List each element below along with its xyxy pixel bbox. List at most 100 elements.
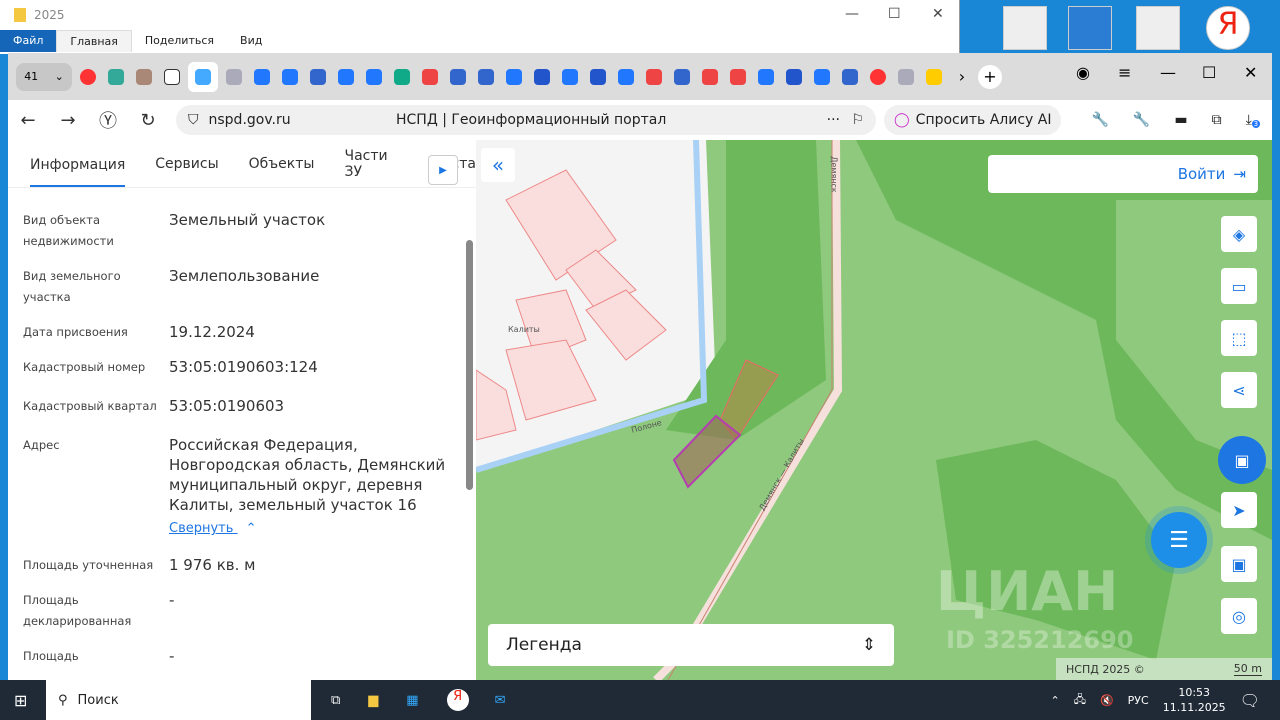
legend-dropdown[interactable]: Легенда ⇕ (488, 624, 894, 666)
tab[interactable] (446, 65, 470, 89)
search-location-button[interactable]: ◎ (1221, 598, 1257, 634)
login-button[interactable]: Войти ⇥ (988, 155, 1258, 193)
taskbar-search[interactable]: ⚲ Поиск (46, 680, 311, 720)
menu-icon[interactable]: ≡ (1118, 63, 1131, 82)
tab-active[interactable] (188, 61, 218, 92)
map-icon: ▣ (1234, 450, 1250, 470)
tab[interactable] (278, 65, 302, 89)
desktop-icon-user[interactable] (1136, 6, 1180, 50)
outlook-icon[interactable]: ✉ (495, 693, 506, 708)
share-button[interactable]: ⋖ (1221, 372, 1257, 408)
tab[interactable] (160, 65, 184, 89)
ribbon-share[interactable]: Поделиться (132, 30, 227, 52)
tab[interactable] (502, 65, 526, 89)
minimize-icon[interactable]: — (1160, 63, 1176, 82)
tabs-next-button[interactable]: ▶ (428, 155, 458, 185)
yandex-icon[interactable]: Ⓨ (88, 107, 128, 133)
tab[interactable] (76, 65, 100, 89)
ruler-button[interactable]: ▭ (1221, 268, 1257, 304)
volume-muted-icon[interactable]: 🔇 (1100, 694, 1114, 707)
ask-alice-button[interactable]: ◯ Спросить Алису AI (884, 105, 1062, 135)
tab[interactable] (894, 65, 918, 89)
nspd-button[interactable]: ▣ (1218, 436, 1266, 484)
clock[interactable]: 10:53 11.11.2025 (1163, 685, 1226, 715)
tab[interactable] (782, 65, 806, 89)
tab[interactable] (586, 65, 610, 89)
cadastral-quarter[interactable]: 53:05:0190603 (169, 396, 459, 417)
store-icon[interactable]: ▦ (406, 693, 418, 708)
yandex-browser-icon[interactable]: Я (446, 689, 469, 711)
maximize-icon[interactable]: ☐ (888, 6, 901, 22)
windows-start-icon[interactable]: ⊞ (14, 691, 27, 710)
tab[interactable] (334, 65, 358, 89)
notifications-icon[interactable]: 🗨 (1240, 691, 1260, 710)
collapse-link[interactable]: Свернуть ⌃ (169, 519, 459, 539)
network-icon[interactable]: 🖧 (1074, 691, 1086, 710)
more-icon[interactable]: ··· (827, 112, 840, 128)
language-indicator[interactable]: РУС (1128, 694, 1149, 707)
select-area-button[interactable]: ⬚ (1221, 320, 1257, 356)
tab[interactable] (670, 65, 694, 89)
url-field[interactable]: ⛉ nspd.gov.ru НСПД | Геоинформационный п… (176, 105, 876, 135)
field-row: Вид земельного участка Землепользование (8, 266, 476, 308)
tab[interactable] (362, 65, 386, 89)
tab[interactable] (104, 65, 128, 89)
close-icon[interactable]: ✕ (932, 6, 944, 22)
bookmark-icon[interactable]: ⚐ (851, 112, 864, 128)
tab[interactable] (922, 65, 946, 89)
ribbon-view[interactable]: Вид (227, 30, 275, 52)
tab[interactable] (726, 65, 750, 89)
tab[interactable] (642, 65, 666, 89)
tab-services[interactable]: Сервисы (155, 156, 218, 172)
extensions-icon[interactable]: ⧉ (1212, 112, 1222, 128)
tab[interactable] (474, 65, 498, 89)
tab-parts[interactable]: Части ЗУ (344, 148, 403, 180)
collapse-panel-button[interactable]: « (481, 148, 515, 182)
scroll-tabs-right-icon[interactable]: › (950, 65, 974, 89)
cadastral-number[interactable]: 53:05:0190603:124 (169, 357, 459, 378)
minimize-icon[interactable]: — (845, 6, 859, 22)
extension-icon[interactable]: ▬ (1174, 112, 1187, 128)
map-canvas[interactable]: Калиты Демянск — Калиты Полоне Демянск Ц… (476, 140, 1272, 680)
task-view-icon[interactable]: ⧉ (331, 693, 340, 708)
reload-icon[interactable]: ↻ (128, 110, 168, 131)
tab-objects[interactable]: Объекты (249, 156, 315, 172)
layers-button[interactable]: ◈ (1221, 216, 1257, 252)
extension-icon[interactable]: 🔧 (1133, 112, 1150, 128)
tab[interactable] (222, 65, 246, 89)
forward-icon[interactable]: → (48, 110, 88, 131)
tab[interactable] (810, 65, 834, 89)
tab[interactable] (754, 65, 778, 89)
chevron-up-icon[interactable]: ⌃ (1050, 694, 1059, 707)
extension-icon[interactable]: 🔧 (1091, 112, 1108, 128)
tab[interactable] (250, 65, 274, 89)
tab[interactable] (418, 65, 442, 89)
print-button[interactable]: ▣ (1221, 546, 1257, 582)
tab[interactable] (306, 65, 330, 89)
file-explorer-icon[interactable]: ▆ (368, 693, 378, 708)
tab-information[interactable]: Информация (30, 143, 126, 187)
panel-scrollbar[interactable] (466, 240, 473, 490)
tab[interactable] (530, 65, 554, 89)
maximize-icon[interactable]: ☐ (1202, 63, 1216, 82)
profile-icon[interactable]: ◉ (1076, 63, 1090, 82)
tab[interactable] (838, 65, 862, 89)
back-icon[interactable]: ← (8, 110, 48, 131)
tab-count-button[interactable]: 41 ⌄ (16, 62, 72, 91)
ribbon-home[interactable]: Главная (56, 30, 132, 52)
desktop-icon-yandex[interactable]: Я (1206, 6, 1250, 50)
ribbon-file[interactable]: Файл (0, 30, 57, 52)
chat-button[interactable]: ☰ (1151, 512, 1207, 568)
close-icon[interactable]: ✕ (1244, 63, 1257, 82)
tab[interactable] (614, 65, 638, 89)
tab[interactable] (132, 65, 156, 89)
tab[interactable] (558, 65, 582, 89)
tab[interactable] (698, 65, 722, 89)
downloads-icon[interactable]: ⤓ 3 (1246, 112, 1261, 128)
tab[interactable] (390, 65, 414, 89)
locate-button[interactable]: ➤ (1221, 492, 1257, 528)
tab[interactable] (866, 65, 890, 89)
desktop-icon-word[interactable] (1068, 6, 1112, 50)
new-tab-button[interactable]: + (978, 64, 1002, 89)
desktop-icon-doc[interactable] (1003, 6, 1047, 50)
